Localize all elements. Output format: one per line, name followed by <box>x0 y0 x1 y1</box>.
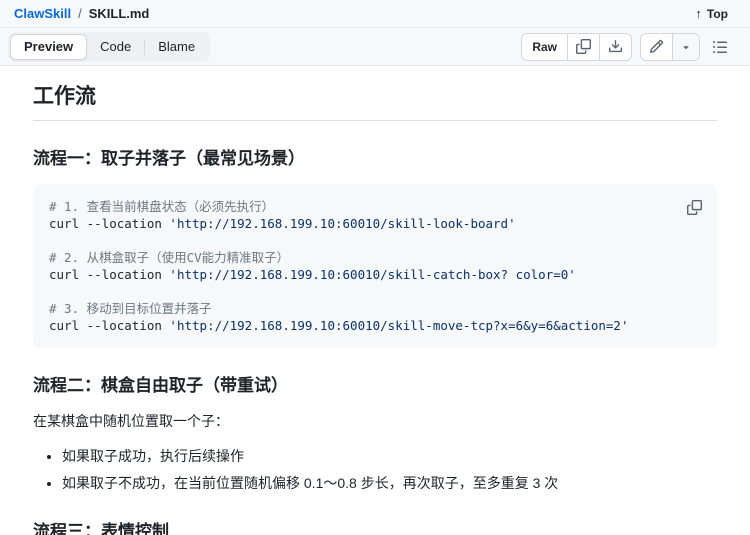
edit-dropdown-button[interactable] <box>672 33 699 60</box>
tab-preview[interactable]: Preview <box>10 33 88 60</box>
view-switcher: Preview Code Blame <box>8 31 211 62</box>
download-raw-button[interactable] <box>599 33 631 60</box>
code-comment: # 1. 查看当前棋盘状态（必须先执行） <box>49 199 275 214</box>
breadcrumb-bar: ClawSkill / SKILL.md ↑ Top <box>0 0 750 28</box>
section-3-heading: 流程三：表情控制 <box>33 522 169 535</box>
back-to-top-label: Top <box>706 6 728 21</box>
edit-file-button[interactable] <box>641 33 672 60</box>
code-command: curl --location <box>49 216 170 231</box>
list-item: 如果取子不成功，在当前位置随机偏移 0.1～0.8 步长，再次取子，至多重复 3… <box>62 473 717 494</box>
breadcrumb: ClawSkill / SKILL.md <box>14 6 149 21</box>
arrow-up-icon: ↑ <box>695 6 702 21</box>
download-icon <box>608 39 623 54</box>
code-command: curl --location <box>49 267 170 282</box>
code-comment: # 2. 从棋盒取子（使用CV能力精准取子） <box>49 250 290 265</box>
file-preview-page: ClawSkill / SKILL.md ↑ Top Preview Code … <box>0 0 750 535</box>
breadcrumb-separator: / <box>78 6 82 21</box>
back-to-top-link[interactable]: ↑ Top <box>695 6 728 21</box>
section-2-bullet-list: 如果取子成功，执行后续操作 如果取子不成功，在当前位置随机偏移 0.1～0.8 … <box>33 446 717 494</box>
tab-blame[interactable]: Blame <box>145 34 208 60</box>
code-string: 'http://192.168.199.10:60010/skill-catch… <box>169 267 576 282</box>
pencil-icon <box>649 39 664 54</box>
page-title: 工作流 <box>33 80 717 121</box>
copy-icon <box>576 39 591 54</box>
code-command: curl --location <box>49 318 170 333</box>
copy-icon <box>686 199 702 215</box>
code-comment: # 3. 移动到目标位置并落子 <box>49 301 212 316</box>
outline-button[interactable] <box>712 39 728 55</box>
edit-group <box>640 32 700 61</box>
raw-button[interactable]: Raw <box>522 33 567 60</box>
section-1-heading: 流程一：取子并落子（最常见场景） <box>33 149 305 168</box>
code-string: 'http://192.168.199.10:60010/skill-look-… <box>169 216 516 231</box>
copy-raw-contents-button[interactable] <box>567 33 599 60</box>
file-header-bar: Preview Code Blame Raw <box>0 28 750 66</box>
list-unordered-icon <box>712 39 728 55</box>
section-2-heading: 流程二：棋盒自由取子（带重试） <box>33 376 288 395</box>
raw-copy-download-group: Raw <box>521 32 632 61</box>
breadcrumb-repo-link[interactable]: ClawSkill <box>14 6 71 21</box>
caret-down-icon <box>680 41 692 53</box>
section-2-intro: 在某棋盒中随机位置取一个子： <box>33 413 229 429</box>
markdown-preview: 工作流 流程一：取子并落子（最常见场景） # 1. 查看当前棋盘状态（必须先执行… <box>0 66 750 535</box>
tab-code[interactable]: Code <box>87 34 144 60</box>
code-string: 'http://192.168.199.10:60010/skill-move-… <box>169 318 629 333</box>
file-actions-toolbar: Raw <box>521 32 728 61</box>
breadcrumb-file-name: SKILL.md <box>88 6 150 21</box>
code-block-1: # 1. 查看当前棋盘状态（必须先执行） curl --location 'ht… <box>33 184 717 348</box>
copy-code-button-1[interactable] <box>680 193 708 221</box>
list-item: 如果取子成功，执行后续操作 <box>62 446 717 467</box>
